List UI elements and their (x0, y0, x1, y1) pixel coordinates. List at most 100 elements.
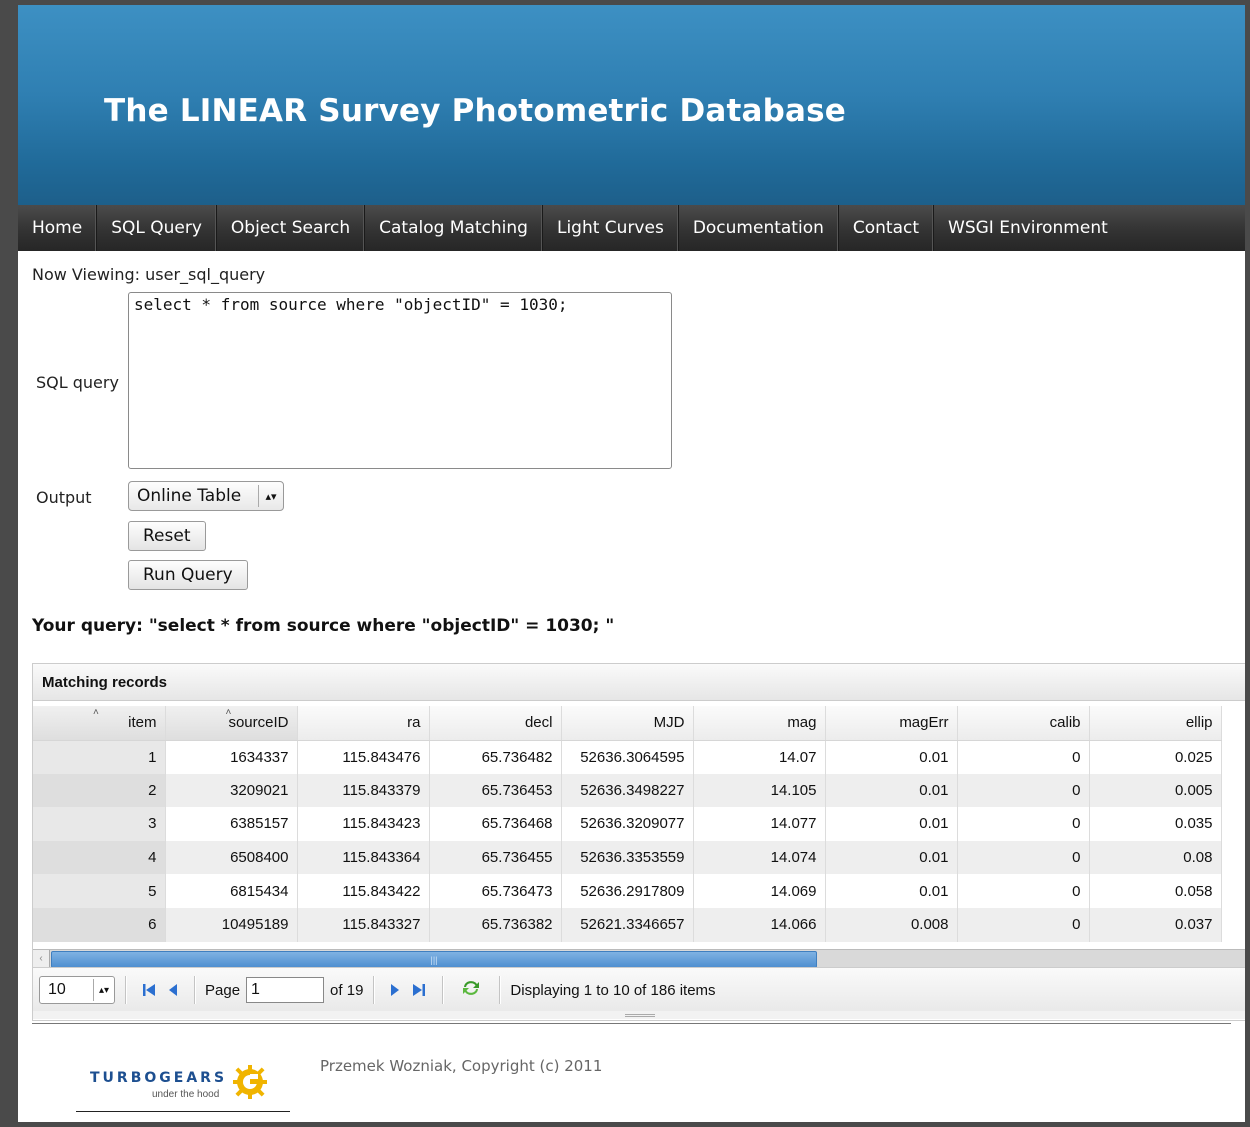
logo-wordmark: TURBOGEARS (90, 1070, 228, 1086)
prev-page-icon[interactable] (167, 982, 179, 998)
cell-mjd: 52636.2917809 (561, 874, 694, 908)
pager-separator (442, 976, 444, 1004)
sort-caret-icon: ˄ (225, 707, 232, 718)
gear-icon (233, 1065, 267, 1099)
now-viewing-label: Now Viewing: user_sql_query (32, 265, 266, 284)
col-header-item[interactable]: ˄ item (33, 706, 166, 741)
cell-sourceid: 1634337 (165, 740, 298, 774)
cell-calib: 0 (957, 807, 1090, 841)
cell-magerr: 0.008 (825, 907, 958, 942)
cell-ellip: 0.058 (1089, 874, 1222, 908)
cell-mjd: 52621.3346657 (561, 907, 694, 942)
sql-query-label: SQL query (36, 373, 119, 392)
horizontal-scrollbar[interactable]: ‹ ||| (33, 949, 1245, 968)
nav-light-curves[interactable]: Light Curves (543, 205, 679, 251)
grid-pager: 10 ▴▾ Page 1 of 19 Displaying 1 to 10 of… (33, 967, 1245, 1012)
cell-item: 3 (33, 807, 166, 841)
cell-sourceid: 3209021 (165, 773, 298, 808)
cell-calib: 0 (957, 874, 1090, 908)
table-row[interactable]: 2 3209021 115.843379 65.736453 52636.349… (33, 773, 1222, 808)
cell-mag: 14.074 (693, 840, 826, 875)
grid-resize-handle[interactable] (33, 1011, 1245, 1019)
col-header-calib[interactable]: calib (957, 706, 1090, 741)
col-header-mag[interactable]: mag (693, 706, 826, 741)
col-header-ellip[interactable]: ellip (1089, 706, 1222, 741)
scroll-left-icon[interactable]: ‹ (33, 950, 50, 967)
cell-mag: 14.077 (693, 807, 826, 841)
table-row[interactable]: 6 10495189 115.843327 65.736382 52621.33… (33, 907, 1222, 942)
cell-ellip: 0.025 (1089, 740, 1222, 774)
cell-magerr: 0.01 (825, 740, 958, 774)
table-header-row: ˄ item ˄ sourceID ra decl MJD mag magErr c… (33, 706, 1222, 741)
cell-sourceid: 6508400 (165, 840, 298, 875)
cell-mjd: 52636.3209077 (561, 807, 694, 841)
col-header-mjd[interactable]: MJD (561, 706, 694, 741)
nav-sql-query[interactable]: SQL Query (97, 205, 217, 251)
cell-calib: 0 (957, 740, 1090, 774)
cell-ra: 115.843364 (297, 840, 430, 875)
cell-decl: 65.736482 (429, 740, 562, 774)
cell-ellip: 0.005 (1089, 773, 1222, 808)
nav-catalog-matching[interactable]: Catalog Matching (365, 205, 543, 251)
table-row[interactable]: 3 6385157 115.843423 65.736468 52636.320… (33, 807, 1222, 841)
nav-home[interactable]: Home (18, 205, 98, 251)
logo-underline (76, 1111, 290, 1112)
site-header: The LINEAR Survey Photometric Database (18, 5, 1245, 205)
page-count-label: of 19 (330, 981, 364, 999)
cell-mag: 14.07 (693, 740, 826, 774)
cell-mjd: 52636.3498227 (561, 773, 694, 808)
run-query-button[interactable]: Run Query (128, 560, 248, 590)
cell-decl: 65.736468 (429, 807, 562, 841)
col-header-magerr[interactable]: magErr (825, 706, 958, 741)
cell-item: 5 (33, 874, 166, 908)
table-row[interactable]: 1 1634337 115.843476 65.736482 52636.306… (33, 740, 1222, 774)
col-header-sourceid[interactable]: ˄ sourceID (165, 706, 298, 741)
cell-decl: 65.736455 (429, 840, 562, 875)
cell-ellip: 0.035 (1089, 807, 1222, 841)
site-title: The LINEAR Survey Photometric Database (104, 93, 847, 129)
select-arrows-icon: ▴▾ (93, 979, 114, 1001)
nav-contact[interactable]: Contact (839, 205, 935, 251)
first-page-icon[interactable] (141, 982, 157, 998)
sql-query-textarea[interactable]: select * from source where "objectID" = … (128, 292, 672, 469)
main-nav: Home SQL Query Object Search Catalog Mat… (18, 205, 1245, 251)
results-table: ˄ item ˄ sourceID ra decl MJD mag magErr c… (33, 706, 1222, 942)
cell-ra: 115.843423 (297, 807, 430, 841)
next-page-icon[interactable] (389, 982, 401, 998)
cell-item: 2 (33, 773, 166, 808)
col-header-ra[interactable]: ra (297, 706, 430, 741)
nav-wsgi-environment[interactable]: WSGI Environment (934, 205, 1122, 251)
cell-decl: 65.736473 (429, 874, 562, 908)
cell-sourceid: 6385157 (165, 807, 298, 841)
table-row[interactable]: 5 6815434 115.843422 65.736473 52636.291… (33, 874, 1222, 908)
results-grid: Matching records ˄ item ˄ sourceID ra decl… (32, 663, 1245, 1021)
page-size-select[interactable]: 10 ▴▾ (39, 976, 115, 1004)
grid-title: Matching records (33, 664, 1245, 701)
output-select[interactable]: Online Table ▴▾ (128, 481, 284, 511)
nav-documentation[interactable]: Documentation (679, 205, 839, 251)
pager-separator (499, 976, 501, 1004)
output-select-value: Online Table (137, 486, 242, 506)
turbogears-logo[interactable]: TURBOGEARS under the hood (76, 1050, 290, 1112)
page-number-input[interactable]: 1 (246, 977, 325, 1003)
nav-object-search[interactable]: Object Search (217, 205, 366, 251)
cell-calib: 0 (957, 840, 1090, 875)
reset-button[interactable]: Reset (128, 521, 206, 551)
pager-separator (194, 976, 195, 1004)
table-row[interactable]: 4 6508400 115.843364 65.736455 52636.335… (33, 840, 1222, 875)
cell-calib: 0 (957, 907, 1090, 942)
pager-display-text: Displaying 1 to 10 of 186 items (510, 981, 716, 999)
pager-separator (373, 976, 375, 1004)
refresh-icon[interactable] (461, 979, 481, 1002)
cell-item: 6 (33, 907, 166, 942)
scrollbar-thumb[interactable]: ||| (51, 951, 817, 968)
pager-separator (125, 976, 126, 1004)
cell-ellip: 0.037 (1089, 907, 1222, 942)
cell-ra: 115.843422 (297, 874, 430, 908)
cell-item: 1 (33, 740, 166, 774)
logo-tagline: under the hood (152, 1089, 220, 1100)
sort-caret-icon: ˄ (93, 707, 99, 718)
col-header-decl[interactable]: decl (429, 706, 562, 741)
last-page-icon[interactable] (411, 982, 427, 998)
cell-magerr: 0.01 (825, 807, 958, 841)
